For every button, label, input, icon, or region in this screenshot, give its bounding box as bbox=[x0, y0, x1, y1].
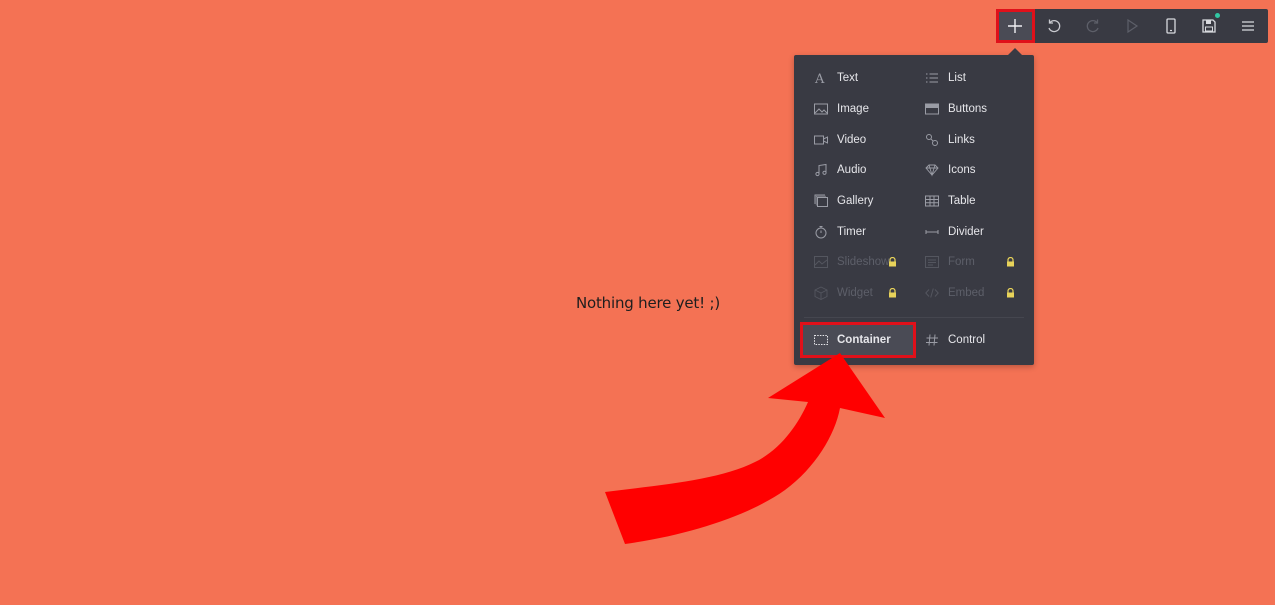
menu-item-label: Icons bbox=[948, 164, 976, 177]
menu-caret bbox=[1008, 48, 1022, 55]
menu-item-label: Image bbox=[837, 103, 869, 116]
menu-item-gallery[interactable]: Gallery bbox=[794, 186, 904, 217]
menu-item-control[interactable]: Control bbox=[904, 325, 1034, 355]
menu-item-label: Divider bbox=[948, 225, 984, 238]
menu-item-label: Control bbox=[948, 334, 986, 346]
menu-item-text[interactable]: A Text bbox=[794, 63, 904, 94]
form-icon bbox=[925, 255, 939, 269]
menu-item-label: Video bbox=[837, 133, 867, 146]
empty-canvas-message: Nothing here yet! ;) bbox=[576, 294, 720, 312]
menu-item-label: Audio bbox=[837, 164, 867, 177]
menu-item-label: List bbox=[948, 72, 966, 85]
lock-icon bbox=[889, 288, 896, 298]
container-icon bbox=[814, 333, 828, 347]
menu-item-timer[interactable]: Timer bbox=[794, 216, 904, 247]
menu-item-label: Container bbox=[837, 334, 891, 346]
menu-item-label: Buttons bbox=[948, 103, 987, 116]
unsaved-status-dot bbox=[1214, 13, 1220, 18]
menu-item-divider[interactable]: Divider bbox=[904, 216, 1034, 247]
menu-item-links[interactable]: Links bbox=[904, 124, 1034, 155]
menu-item-label: Embed bbox=[948, 287, 985, 300]
stopwatch-icon bbox=[814, 225, 828, 239]
menu-button[interactable] bbox=[1229, 9, 1268, 43]
slideshow-icon bbox=[814, 255, 828, 269]
menu-item-icons[interactable]: Icons bbox=[904, 155, 1034, 186]
undo-icon bbox=[1048, 19, 1061, 33]
gallery-icon bbox=[814, 194, 828, 208]
menu-item-embed[interactable]: Embed bbox=[904, 278, 1034, 309]
video-icon bbox=[814, 133, 828, 147]
menu-item-label: Table bbox=[948, 195, 976, 208]
menu-item-audio[interactable]: Audio bbox=[794, 155, 904, 186]
menu-item-label: Widget bbox=[837, 287, 873, 300]
editor-toolbar bbox=[996, 9, 1268, 43]
lock-icon bbox=[1007, 257, 1014, 267]
svg-text:A: A bbox=[814, 72, 825, 85]
lock-icon bbox=[1007, 288, 1014, 298]
hash-icon bbox=[925, 333, 939, 347]
menu-item-video[interactable]: Video bbox=[794, 124, 904, 155]
divider-icon bbox=[925, 225, 939, 239]
diamond-icon bbox=[925, 163, 939, 177]
menu-item-label: Gallery bbox=[837, 195, 874, 208]
redo-button[interactable] bbox=[1074, 9, 1113, 43]
hamburger-icon bbox=[1242, 21, 1255, 31]
list-icon bbox=[925, 71, 939, 85]
menu-item-slideshow[interactable]: Slideshow bbox=[794, 247, 904, 278]
add-element-button[interactable] bbox=[996, 9, 1035, 43]
annotation-arrow-icon bbox=[605, 353, 885, 544]
buttons-icon bbox=[925, 102, 939, 116]
cube-icon bbox=[814, 286, 828, 301]
link-icon bbox=[925, 133, 939, 147]
preview-button[interactable] bbox=[1112, 9, 1151, 43]
element-grid: A Text List Image Buttons Video Links Au… bbox=[794, 63, 1034, 309]
undo-button[interactable] bbox=[1035, 9, 1074, 43]
menu-item-list[interactable]: List bbox=[904, 63, 1034, 94]
phone-icon bbox=[1165, 18, 1176, 34]
menu-item-label: Text bbox=[837, 72, 859, 85]
menu-item-label: Form bbox=[948, 256, 975, 269]
image-icon bbox=[814, 102, 828, 116]
add-element-menu: A Text List Image Buttons Video Links Au… bbox=[794, 48, 1034, 365]
menu-item-widget[interactable]: Widget bbox=[794, 278, 904, 309]
floppy-icon bbox=[1202, 19, 1217, 33]
mobile-view-button[interactable] bbox=[1151, 9, 1190, 43]
code-icon bbox=[925, 286, 939, 300]
menu-item-image[interactable]: Image bbox=[794, 94, 904, 125]
menu-item-label: Links bbox=[948, 133, 975, 146]
menu-separator bbox=[804, 317, 1024, 318]
save-button[interactable] bbox=[1190, 9, 1229, 43]
lock-icon bbox=[889, 257, 896, 267]
menu-item-table[interactable]: Table bbox=[904, 186, 1034, 217]
menu-item-form[interactable]: Form bbox=[904, 247, 1034, 278]
menu-item-label: Slideshow bbox=[837, 256, 890, 269]
play-icon bbox=[1127, 18, 1138, 34]
menu-item-buttons[interactable]: Buttons bbox=[904, 94, 1034, 125]
text-icon: A bbox=[814, 71, 828, 85]
plus-icon bbox=[1008, 19, 1023, 33]
music-icon bbox=[814, 163, 828, 177]
table-icon bbox=[925, 194, 939, 208]
redo-icon bbox=[1086, 19, 1099, 33]
menu-item-label: Timer bbox=[837, 225, 866, 238]
